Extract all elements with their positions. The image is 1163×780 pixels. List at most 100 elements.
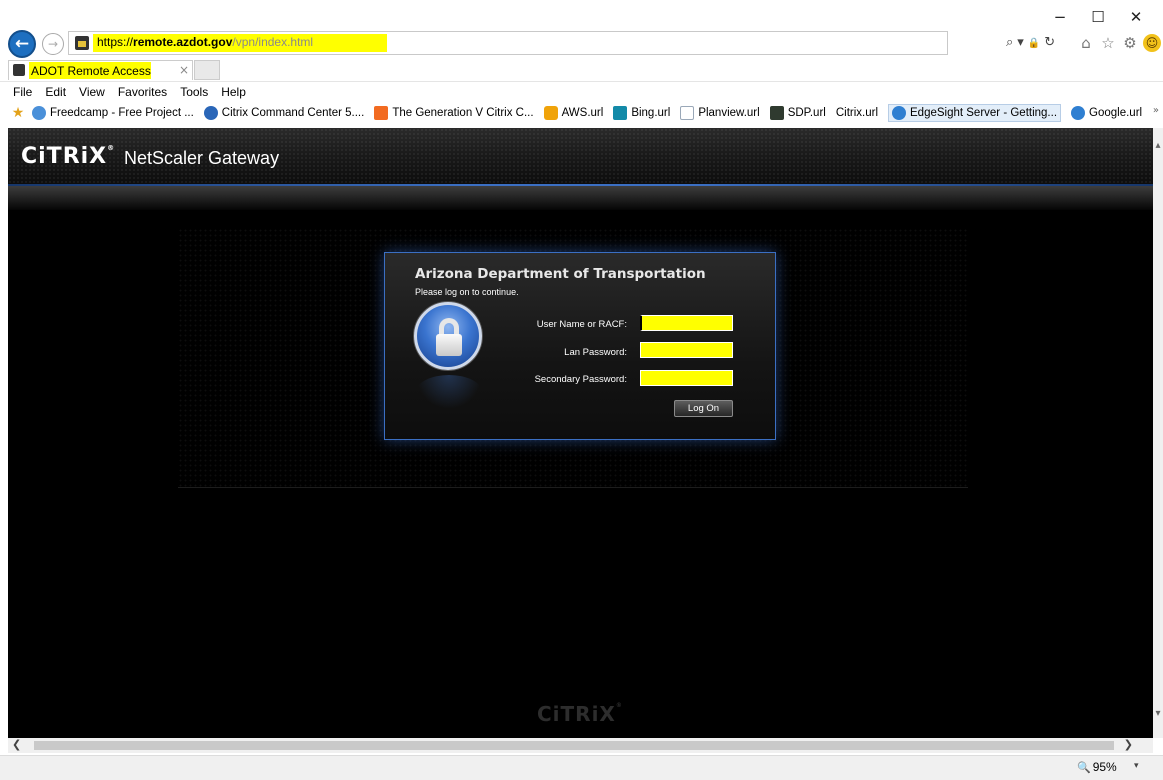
favorite-label: Planview.url xyxy=(698,107,760,119)
username-input[interactable] xyxy=(640,315,733,331)
search-icon[interactable]: ⌕ xyxy=(1006,35,1015,50)
citrix-logo: CiTRiX® xyxy=(21,144,116,169)
menu-tools[interactable]: Tools xyxy=(180,85,208,99)
site-favicon-icon xyxy=(75,36,89,50)
favorite-citrix-command-center[interactable]: Citrix Command Center 5.... xyxy=(203,106,365,120)
close-window-button[interactable]: ✕ xyxy=(1117,4,1155,30)
logon-button[interactable]: Log On xyxy=(674,400,733,417)
favorite-edgesight-server[interactable]: EdgeSight Server - Getting... xyxy=(888,104,1062,122)
favorite-label: Citrix Command Center 5.... xyxy=(221,107,365,119)
planview-icon xyxy=(680,106,695,120)
address-url[interactable]: https://remote.azdot.gov/vpn/index.html xyxy=(97,35,313,49)
lock-icon[interactable]: 🔒 xyxy=(1028,38,1042,49)
lan-password-input[interactable] xyxy=(640,342,733,358)
menu-view[interactable]: View xyxy=(79,85,105,99)
url-host: remote.azdot.gov xyxy=(133,35,233,49)
favorite-aws[interactable]: AWS.url xyxy=(543,106,604,120)
username-label: User Name or RACF: xyxy=(536,319,627,330)
favorites-bar: ★ Freedcamp - Free Project ... Citrix Co… xyxy=(0,102,1163,124)
blogger-icon xyxy=(374,106,389,120)
new-tab-button[interactable] xyxy=(194,60,220,80)
menu-favorites[interactable]: Favorites xyxy=(118,85,167,99)
search-dropdown-icon[interactable]: ▾ xyxy=(1017,35,1026,50)
footer-logo-text: CiTRiX xyxy=(537,702,616,726)
padlock-icon xyxy=(414,302,482,370)
menu-file[interactable]: File xyxy=(13,85,32,99)
padlock-reflection xyxy=(416,375,482,409)
favorite-bing[interactable]: Bing.url xyxy=(613,106,670,120)
citrix-icon xyxy=(203,106,218,120)
login-panel: Arizona Department of Transportation Ple… xyxy=(384,252,776,440)
window-controls: − ☐ ✕ xyxy=(1041,4,1155,30)
forward-button[interactable]: → xyxy=(42,33,64,55)
ie-icon xyxy=(1071,106,1086,120)
favorite-google[interactable]: Google.url xyxy=(1071,106,1142,120)
header-band xyxy=(8,186,1153,210)
gateway-header: CiTRiX® NetScaler Gateway xyxy=(8,128,1153,186)
back-button[interactable]: ← xyxy=(8,30,36,58)
feedback-smiley-icon[interactable]: ☺ xyxy=(1143,34,1161,52)
minimize-button[interactable]: − xyxy=(1041,4,1079,30)
favorite-sdp[interactable]: SDP.url xyxy=(769,106,826,120)
tab-favicon-icon xyxy=(13,64,25,76)
ie-icon xyxy=(892,106,906,120)
favorites-overflow-icon[interactable]: » xyxy=(1153,105,1159,116)
scroll-right-icon[interactable]: ❯ xyxy=(1124,738,1133,751)
favorite-label: EdgeSight Server - Getting... xyxy=(910,107,1058,119)
scroll-left-icon[interactable]: ❮ xyxy=(12,738,21,751)
address-tools: ⌕ ▾ 🔒 ↻ xyxy=(1006,35,1059,50)
address-bar[interactable]: https://remote.azdot.gov/vpn/index.html xyxy=(68,31,948,55)
favorite-label: Freedcamp - Free Project ... xyxy=(50,107,194,119)
home-icon[interactable]: ⌂ xyxy=(1077,34,1095,52)
scroll-up-icon[interactable]: ▴ xyxy=(1153,140,1163,151)
menu-edit[interactable]: Edit xyxy=(45,85,66,99)
padlock-body xyxy=(436,334,462,356)
horizontal-scroll-thumb[interactable] xyxy=(34,741,1114,750)
favorites-icon[interactable]: ☆ xyxy=(1099,34,1117,52)
favorite-planview[interactable]: Planview.url xyxy=(680,106,760,120)
tab-strip: ADOT Remote Access × xyxy=(0,60,1163,80)
scroll-down-icon[interactable]: ▾ xyxy=(1153,708,1163,719)
menu-help[interactable]: Help xyxy=(221,85,246,99)
favorite-generation-v-citrix[interactable]: The Generation V Citrix C... xyxy=(374,106,534,120)
refresh-icon[interactable]: ↻ xyxy=(1044,35,1057,50)
secondary-password-label: Secondary Password: xyxy=(534,374,627,385)
favorite-label: Citrix.url xyxy=(835,107,878,119)
favorite-label: Bing.url xyxy=(631,107,671,119)
add-to-favorites-bar-icon[interactable]: ★ xyxy=(10,105,26,121)
favorite-label: Google.url xyxy=(1089,107,1143,119)
tab-adot-remote-access[interactable]: ADOT Remote Access × xyxy=(8,60,193,80)
zoom-control[interactable]: 🔍 95% xyxy=(1077,760,1117,774)
tab-close-icon[interactable]: × xyxy=(179,63,189,77)
favorite-freedcamp[interactable]: Freedcamp - Free Project ... xyxy=(32,106,194,120)
bing-icon xyxy=(613,106,628,120)
navigation-bar: ← → https://remote.azdot.gov/vpn/index.h… xyxy=(0,30,1163,58)
horizontal-scrollbar[interactable]: ❮ ❯ xyxy=(8,738,1153,753)
url-path: /vpn/index.html xyxy=(232,35,314,49)
tab-title: ADOT Remote Access xyxy=(31,64,151,78)
favorite-label: SDP.url xyxy=(787,107,826,119)
favorite-label: AWS.url xyxy=(561,107,604,119)
page-viewport: CiTRiX® NetScaler Gateway Arizona Depart… xyxy=(8,128,1153,738)
status-bar: 🔍 95% ▾ xyxy=(0,755,1163,780)
citrix-logo-text: CiTRiX xyxy=(21,144,108,169)
gear-icon[interactable]: ⚙ xyxy=(1121,34,1139,52)
sdp-icon xyxy=(769,106,784,120)
zoom-dropdown-icon[interactable]: ▾ xyxy=(1134,761,1139,771)
favorite-citrix[interactable]: Citrix.url xyxy=(836,107,878,119)
menu-bar: File Edit View Favorites Tools Help xyxy=(0,81,1163,101)
lan-password-label: Lan Password: xyxy=(564,347,627,358)
zoom-level: 95% xyxy=(1092,760,1117,774)
zoom-icon: 🔍 xyxy=(1077,761,1091,774)
product-name: NetScaler Gateway xyxy=(124,148,280,168)
organization-title: Arizona Department of Transportation xyxy=(415,266,706,282)
maximize-button[interactable]: ☐ xyxy=(1079,4,1117,30)
favorite-label: The Generation V Citrix C... xyxy=(392,107,534,119)
footer-citrix-logo: CiTRiX® xyxy=(537,702,623,726)
freedcamp-icon xyxy=(32,106,46,120)
secondary-password-input[interactable] xyxy=(640,370,733,386)
aws-icon xyxy=(543,106,558,120)
browser-chrome: − ☐ ✕ ← → https://remote.azdot.gov/vpn/i… xyxy=(0,0,1163,128)
vertical-scrollbar[interactable]: ▴ ▾ xyxy=(1153,128,1163,738)
url-protocol: https:// xyxy=(97,35,134,49)
